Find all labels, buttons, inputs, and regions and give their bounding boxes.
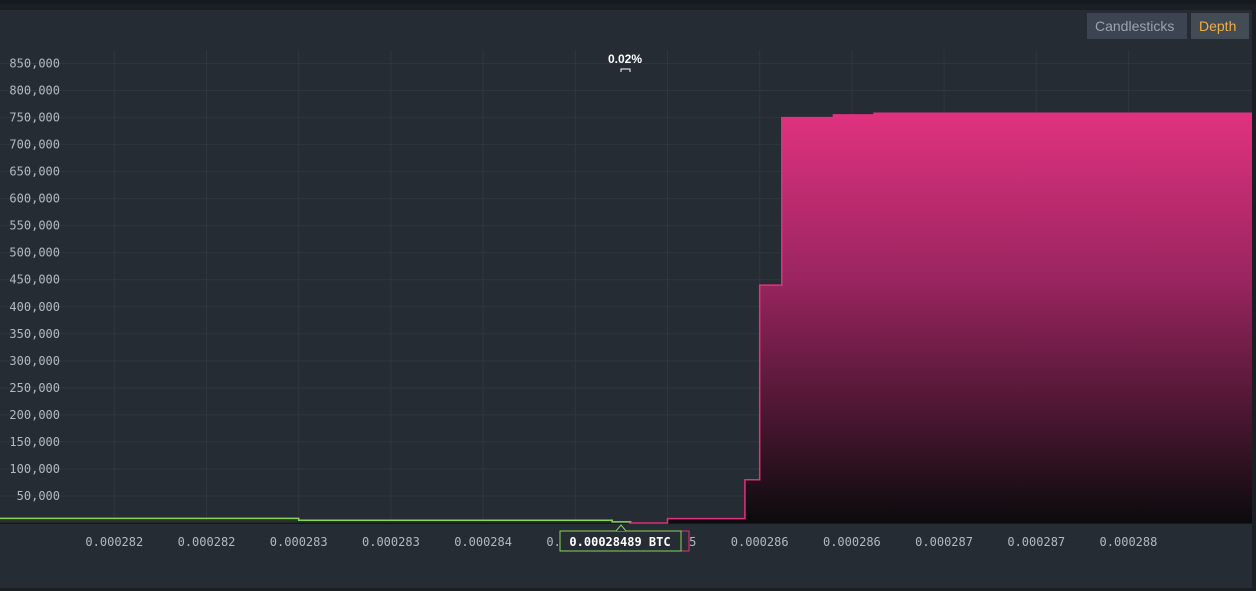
x-tick-label: 0.000282	[178, 535, 236, 549]
y-tick-label: 150,000	[9, 435, 60, 449]
y-tick-label: 450,000	[9, 273, 60, 287]
x-tick-label: 0.000286	[823, 535, 881, 549]
y-tick-label: 500,000	[9, 246, 60, 260]
y-tick-label: 100,000	[9, 462, 60, 476]
y-axis: 850,000 800,000 750,000 700,000 650,000 600,0…	[9, 57, 60, 503]
depth-series	[0, 112, 1252, 524]
y-tick-label: 400,000	[9, 300, 60, 314]
x-tick-label: 0.000287	[915, 535, 973, 549]
x-tick-label: 0.000282	[85, 535, 143, 549]
y-tick-label: 250,000	[9, 381, 60, 395]
chart-frame: 850,000 800,000 750,000 700,000 650,000 600,0…	[0, 0, 1256, 591]
depth-tab-button[interactable]: Depth	[1191, 13, 1249, 39]
x-tick-label: 0.000287	[1007, 535, 1065, 549]
x-tick-label: 0.000284	[454, 535, 512, 549]
y-tick-label: 200,000	[9, 408, 60, 422]
y-tick-label: 750,000	[9, 111, 60, 125]
y-tick-label: 700,000	[9, 138, 60, 152]
candlesticks-tab-button[interactable]: Candlesticks	[1087, 13, 1187, 39]
x-tick-label: 0.000283	[362, 535, 420, 549]
y-tick-label: 650,000	[9, 165, 60, 179]
mid-price-pointer	[615, 524, 627, 532]
spread-indicator: 0.02%	[608, 52, 642, 72]
y-tick-label: 600,000	[9, 192, 60, 206]
x-tick-label: 0.000288	[1100, 535, 1158, 549]
y-tick-label: 300,000	[9, 354, 60, 368]
y-tick-label: 550,000	[9, 219, 60, 233]
y-tick-label: 50,000	[17, 489, 60, 503]
depth-chart-svg[interactable]: 850,000 800,000 750,000 700,000 650,000 600,0…	[0, 0, 1256, 591]
y-tick-label: 800,000	[9, 84, 60, 98]
x-tick-label: 0.000286	[731, 535, 789, 549]
x-tick-label: 0.000283	[270, 535, 328, 549]
y-tick-label: 850,000	[9, 57, 60, 71]
ask-depth-area	[628, 113, 1252, 523]
mid-price-marker: 0.00028489 BTC	[559, 524, 690, 552]
y-tick-label: 350,000	[9, 327, 60, 341]
mid-price-label: 0.00028489 BTC	[569, 535, 670, 549]
spread-bracket	[620, 68, 631, 72]
spread-percent-label: 0.02%	[608, 52, 642, 66]
